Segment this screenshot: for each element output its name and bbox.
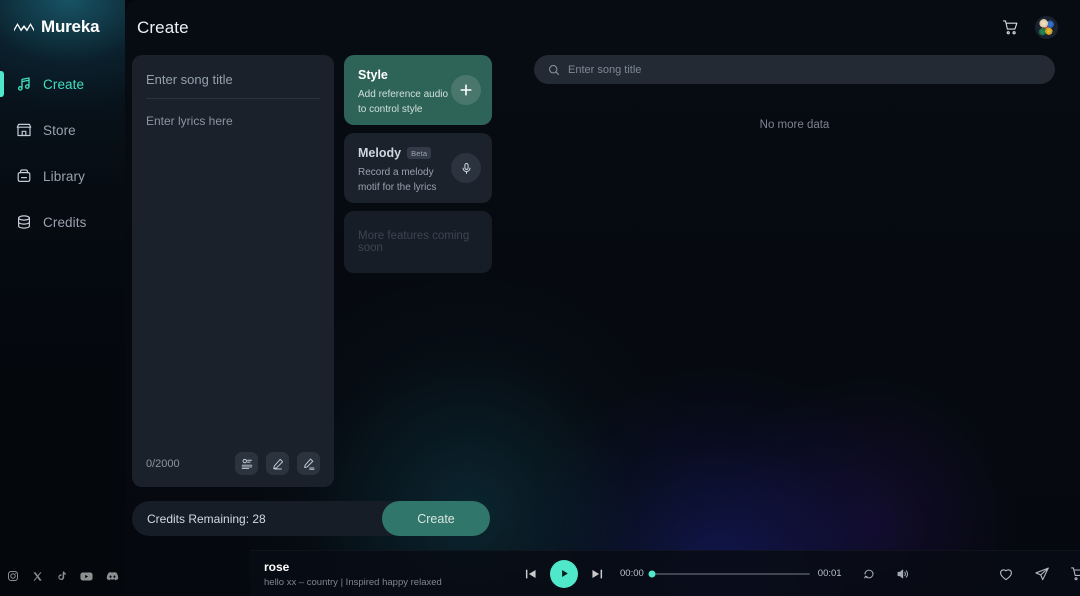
send-icon[interactable] bbox=[1034, 566, 1050, 582]
sidebar-nav: Create Store Library Credits bbox=[0, 67, 125, 239]
main-area: Create 0/2000 bbox=[125, 0, 1080, 596]
store-icon bbox=[16, 123, 32, 137]
play-button[interactable] bbox=[550, 559, 578, 588]
volume-icon[interactable] bbox=[896, 567, 910, 581]
sidebar-item-label: Create bbox=[43, 76, 85, 92]
tiktok-icon[interactable] bbox=[56, 570, 67, 582]
empty-state-message: No more data bbox=[759, 119, 830, 131]
progress-bar[interactable] bbox=[648, 570, 810, 577]
credits-remaining-label: Credits Remaining: 28 bbox=[147, 511, 266, 526]
sidebar: Mureka Create Store Library Credits bbox=[0, 0, 125, 596]
microphone-icon bbox=[462, 162, 470, 174]
player-actions: Checkout bbox=[998, 562, 1080, 586]
plus-icon bbox=[460, 84, 472, 96]
lyrics-tools bbox=[235, 452, 320, 475]
feature-description: Record a melody motif for the lyrics bbox=[358, 167, 437, 193]
composer-panel: 0/2000 bbox=[132, 55, 510, 545]
youtube-icon[interactable] bbox=[79, 571, 93, 582]
player-bar: rose hello xx – country | Inspired happy… bbox=[250, 550, 1080, 596]
track-info: rose hello xx – country | Inspired happy… bbox=[264, 560, 524, 588]
page-header: Create bbox=[125, 0, 1080, 55]
sidebar-item-label: Credits bbox=[43, 214, 87, 230]
title-divider bbox=[146, 98, 320, 99]
sidebar-item-store[interactable]: Store bbox=[0, 113, 125, 147]
social-links bbox=[0, 570, 125, 582]
song-title-input[interactable] bbox=[146, 72, 320, 98]
library-icon bbox=[17, 169, 31, 183]
track-meta: hello xx – country | Inspired happy rela… bbox=[264, 576, 442, 588]
sidebar-item-library[interactable]: Library bbox=[0, 159, 125, 193]
create-button[interactable]: Create bbox=[382, 501, 490, 536]
search-input[interactable] bbox=[568, 63, 1041, 76]
record-melody-button[interactable] bbox=[451, 153, 481, 183]
x-twitter-icon[interactable] bbox=[32, 571, 43, 582]
active-indicator bbox=[0, 71, 4, 97]
app-root: Mureka Create Store Library Credits Crea… bbox=[0, 0, 1080, 596]
sidebar-item-label: Store bbox=[43, 122, 76, 138]
search-icon bbox=[549, 64, 560, 75]
repeat-icon[interactable] bbox=[862, 567, 876, 581]
results-panel: No more data bbox=[510, 55, 1080, 545]
brand-logo[interactable]: Mureka bbox=[0, 0, 125, 37]
feature-title: Style bbox=[358, 68, 388, 82]
skip-next-icon[interactable] bbox=[590, 567, 604, 581]
music-note-icon bbox=[17, 77, 30, 91]
database-icon bbox=[17, 215, 31, 229]
progress-knob[interactable] bbox=[648, 570, 656, 577]
sidebar-item-label: Library bbox=[43, 168, 85, 184]
content-area: 0/2000 bbox=[125, 55, 1080, 545]
cart-icon[interactable] bbox=[1070, 566, 1080, 582]
credits-bar: Credits Remaining: 28 Create bbox=[132, 501, 490, 536]
instagram-icon[interactable] bbox=[7, 570, 19, 582]
cart-icon[interactable] bbox=[1002, 19, 1019, 36]
add-reference-audio-button[interactable] bbox=[451, 75, 481, 105]
page-title: Create bbox=[137, 17, 189, 37]
play-icon bbox=[561, 570, 568, 577]
search-box[interactable] bbox=[534, 55, 1055, 84]
lyrics-card[interactable]: 0/2000 bbox=[132, 55, 334, 487]
beta-badge: Beta bbox=[407, 147, 432, 159]
avatar[interactable] bbox=[1035, 16, 1058, 39]
sidebar-item-credits[interactable]: Credits bbox=[0, 205, 125, 239]
coming-soon-card: More features coming soon bbox=[344, 211, 492, 273]
current-time: 00:00 bbox=[620, 568, 644, 579]
feature-cards: Style Add reference audio to control sty… bbox=[344, 55, 492, 487]
brand-name: Mureka bbox=[41, 17, 100, 36]
heart-icon[interactable] bbox=[998, 566, 1014, 582]
discord-icon[interactable] bbox=[106, 571, 119, 581]
feature-card-style[interactable]: Style Add reference audio to control sty… bbox=[344, 55, 492, 125]
feature-title: Melody bbox=[358, 146, 402, 160]
header-actions bbox=[1002, 16, 1058, 39]
auto-lyrics-icon[interactable] bbox=[235, 452, 258, 475]
lyrics-textarea[interactable] bbox=[146, 112, 320, 412]
coming-soon-label: More features coming soon bbox=[358, 230, 470, 254]
feature-description: Add reference audio to control style bbox=[358, 89, 449, 115]
track-title: rose bbox=[264, 559, 290, 574]
rewrite-lyrics-icon[interactable] bbox=[297, 452, 320, 475]
composer-row: 0/2000 bbox=[132, 55, 510, 487]
feature-card-melody[interactable]: Melody Beta Record a melody motif for th… bbox=[344, 133, 492, 203]
total-time: 00:01 bbox=[817, 568, 842, 579]
character-counter: 0/2000 bbox=[146, 457, 180, 470]
transport-controls bbox=[524, 559, 604, 588]
lyrics-footer: 0/2000 bbox=[132, 452, 334, 475]
player-timeline: 00:00 00:01 bbox=[620, 567, 910, 581]
skip-previous-icon[interactable] bbox=[524, 567, 538, 581]
write-lyrics-icon[interactable] bbox=[266, 452, 289, 475]
waveform-icon bbox=[14, 23, 34, 32]
sidebar-item-create[interactable]: Create bbox=[0, 67, 125, 101]
